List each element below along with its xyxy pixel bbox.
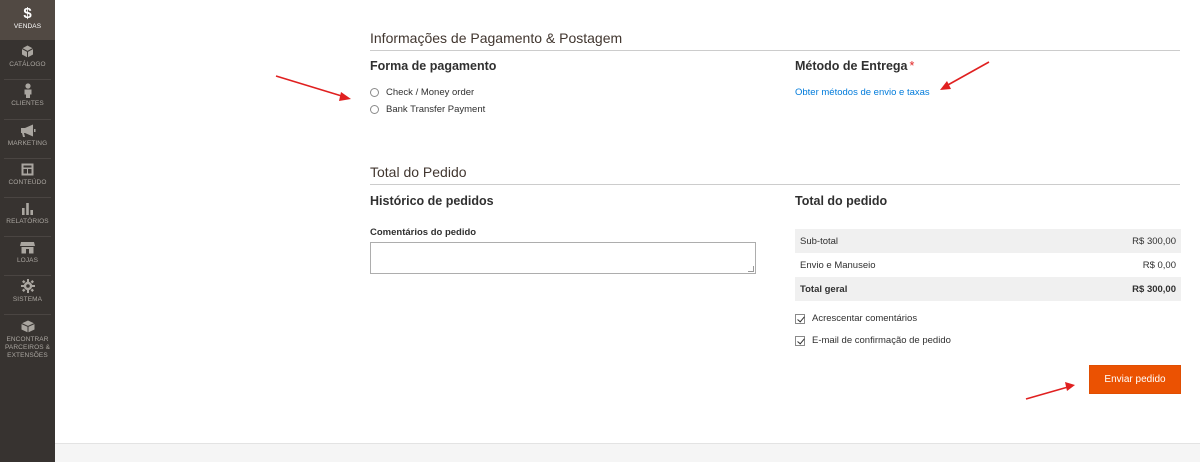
- email-confirmation-checkbox[interactable]: [795, 335, 805, 346]
- store-icon: [20, 239, 35, 255]
- nav-item-lojas[interactable]: LOJAS: [0, 239, 55, 273]
- order-totals-title: Total do pedido: [795, 194, 888, 208]
- gear-icon: [20, 278, 35, 294]
- email-confirmation-option[interactable]: E-mail de confirmação de pedido: [795, 335, 951, 346]
- nav-divider: [4, 197, 51, 198]
- payment-method-title: Forma de pagamento: [370, 59, 497, 73]
- nav-divider: [4, 79, 51, 80]
- checkbox-label: Acrescentar comentários: [812, 313, 918, 324]
- megaphone-icon: [20, 122, 36, 138]
- order-total-section-title: Total do Pedido: [370, 164, 1180, 185]
- radio-button[interactable]: [370, 105, 379, 114]
- radio-button[interactable]: [370, 88, 379, 97]
- totals-row-value: R$ 300,00: [1132, 283, 1176, 295]
- bar-chart-icon: [21, 200, 34, 216]
- nav-divider: [4, 275, 51, 276]
- totals-row-subtotal: Sub-total R$ 300,00: [795, 229, 1181, 253]
- totals-row-label: Envio e Manuseio: [800, 259, 876, 271]
- shipping-method-title: Método de Entrega *: [795, 59, 914, 73]
- nav-label: CONTEÚDO: [8, 179, 47, 186]
- resize-grip-icon[interactable]: [748, 266, 754, 272]
- layout-icon: [21, 161, 34, 177]
- annotation-arrow-shipping: [940, 61, 990, 90]
- nav-divider: [4, 119, 51, 120]
- append-comments-option[interactable]: Acrescentar comentários: [795, 313, 917, 324]
- totals-row-value: R$ 0,00: [1142, 259, 1176, 271]
- shipping-method-label: Método de Entrega: [795, 59, 908, 73]
- nav-item-vendas[interactable]: $ VENDAS: [0, 0, 55, 40]
- nav-label: LOJAS: [16, 257, 39, 264]
- dollar-icon: $: [23, 4, 32, 22]
- annotation-arrow-submit: [1025, 382, 1075, 400]
- nav-item-sistema[interactable]: SISTEMA: [0, 278, 55, 312]
- admin-sidebar: $ VENDAS CATÁLOGO CLIENTES MARKETING CON…: [0, 0, 55, 462]
- nav-divider: [4, 314, 51, 315]
- nav-label: VENDAS: [13, 23, 42, 30]
- totals-row-label: Total geral: [800, 283, 848, 295]
- totals-row-label: Sub-total: [800, 235, 839, 247]
- checkbox-label: E-mail de confirmação de pedido: [812, 335, 951, 346]
- totals-row-value: R$ 300,00: [1132, 235, 1176, 247]
- required-marker: *: [909, 59, 915, 73]
- nav-item-clientes[interactable]: CLIENTES: [0, 82, 55, 116]
- nav-label: MARKETING: [7, 140, 48, 147]
- nav-label: RELATÓRIOS: [6, 218, 49, 225]
- submit-order-button[interactable]: Enviar pedido: [1089, 365, 1181, 394]
- totals-row-grand-total: Total geral R$ 300,00: [795, 277, 1181, 301]
- nav-label: SISTEMA: [12, 296, 43, 303]
- nav-item-relatorios[interactable]: RELATÓRIOS: [0, 200, 55, 234]
- nav-item-marketing[interactable]: MARKETING: [0, 122, 55, 156]
- payment-option-check-money-order[interactable]: Check / Money order: [370, 87, 474, 98]
- order-totals-table: Sub-total R$ 300,00 Envio e Manuseio R$ …: [795, 229, 1181, 301]
- order-history-title: Histórico de pedidos: [370, 194, 494, 208]
- append-comments-checkbox[interactable]: [795, 313, 805, 324]
- nav-item-catalogo[interactable]: CATÁLOGO: [0, 43, 55, 77]
- totals-row-shipping: Envio e Manuseio R$ 0,00: [795, 253, 1181, 277]
- nav-label: ENCONTRAR PARCEIROS & EXTENSÕES: [4, 336, 51, 359]
- box-icon: [20, 318, 35, 334]
- order-comments-textarea[interactable]: [370, 242, 756, 274]
- payment-option-label: Check / Money order: [386, 87, 475, 98]
- person-icon: [23, 82, 33, 98]
- payment-option-label: Bank Transfer Payment: [386, 104, 486, 115]
- cube-icon: [21, 43, 34, 59]
- annotation-arrow-payment: [275, 75, 351, 101]
- nav-divider: [4, 158, 51, 159]
- page-footer: [55, 443, 1200, 462]
- order-comments-label: Comentários do pedido: [370, 227, 477, 238]
- nav-label: CATÁLOGO: [9, 61, 46, 68]
- get-shipping-methods-link[interactable]: Obter métodos de envio e taxas: [795, 87, 930, 98]
- payment-option-bank-transfer[interactable]: Bank Transfer Payment: [370, 104, 485, 115]
- nav-item-conteudo[interactable]: CONTEÚDO: [0, 161, 55, 195]
- nav-item-encontrar-parceiros[interactable]: ENCONTRAR PARCEIROS & EXTENSÕES: [0, 318, 55, 362]
- nav-divider: [4, 236, 51, 237]
- nav-label: CLIENTES: [11, 100, 44, 107]
- payment-shipping-section-title: Informações de Pagamento & Postagem: [370, 30, 1180, 51]
